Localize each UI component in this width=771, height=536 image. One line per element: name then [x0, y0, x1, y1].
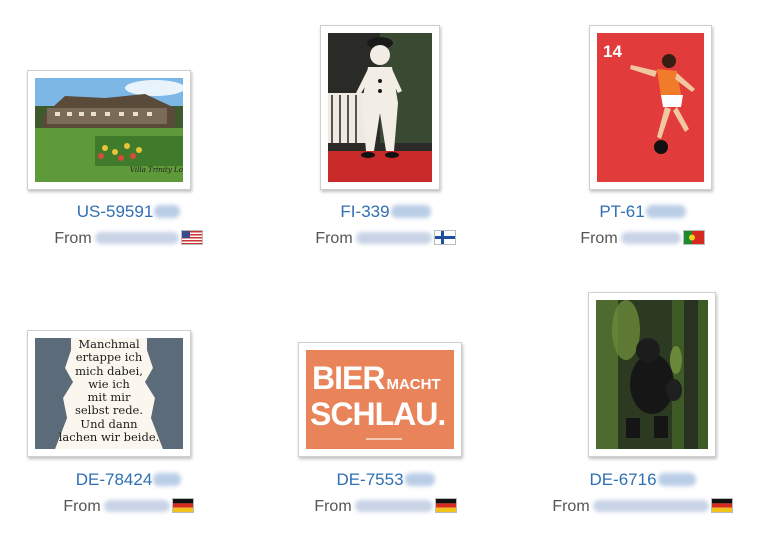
postcard-thumbnail[interactable]: 14: [589, 25, 712, 190]
postcard-id-text[interactable]: DE-7553: [336, 470, 403, 489]
poem-line: wie ich: [88, 376, 130, 391]
fine-print-line: [366, 438, 402, 440]
from-label: From: [315, 230, 353, 247]
postcard-id-link[interactable]: US-59591: [0, 202, 257, 222]
postcard-card-fi: FI-339 From: [257, 0, 514, 268]
postcard-id-text[interactable]: DE-78424: [76, 470, 153, 489]
postcard-id-text[interactable]: DE-6716: [589, 470, 656, 489]
postcard-id-link[interactable]: DE-7553: [257, 470, 514, 490]
postcard-id-text[interactable]: US-59591: [77, 202, 154, 221]
poem-line: mit mir: [87, 390, 131, 405]
from-label: From: [63, 498, 101, 515]
poem-text: Manchmal ertappe ich mich dabei, wie ich…: [35, 338, 183, 444]
poem-line: Manchmal: [78, 338, 140, 351]
postcard-card-de-2: BIER MACHT SCHLAU. DE-7553 From: [257, 268, 514, 536]
poem-line: lachen wir beide.: [58, 430, 160, 445]
redacted-username-blur[interactable]: [354, 500, 433, 512]
fi-flag-icon: [433, 230, 456, 245]
postcard-id-link[interactable]: FI-339: [257, 202, 514, 222]
postcard-image-pierrot: [328, 33, 432, 182]
de-flag-icon: [710, 498, 733, 513]
from-label: From: [552, 498, 590, 515]
us-flag-icon: [180, 230, 203, 245]
redacted-username-blur[interactable]: [592, 500, 709, 512]
postcard-image-lodge: Villa Trinity Lodge: [35, 78, 183, 182]
redacted-id-blur: [657, 473, 696, 486]
macht-text: MACHT: [386, 376, 441, 393]
redacted-id-blur: [645, 205, 686, 218]
postcard-thumbnail[interactable]: Manchmal ertappe ich mich dabei, wie ich…: [27, 330, 191, 457]
poem-line: ertappe ich: [75, 350, 143, 365]
postcard-id-link[interactable]: PT-61: [514, 202, 771, 222]
schlau-text: SCHLAU.: [310, 396, 446, 432]
postcard-thumbnail[interactable]: Villa Trinity Lodge: [27, 70, 191, 190]
sender-line: From: [514, 230, 771, 248]
redacted-username-blur[interactable]: [620, 232, 681, 244]
postcard-image-gorilla: [596, 300, 708, 449]
pt-flag-icon: [682, 230, 705, 245]
postcard-thumbnail[interactable]: BIER MACHT SCHLAU.: [298, 342, 462, 457]
postcard-id-text[interactable]: FI-339: [340, 202, 389, 221]
postcard-image-footballer: 14: [597, 33, 704, 182]
sender-line: From: [514, 498, 771, 516]
from-label: From: [54, 230, 92, 247]
poem-line: mich dabei,: [75, 363, 143, 378]
postcard-thumbnail[interactable]: [320, 25, 440, 190]
redacted-id-blur: [404, 473, 435, 486]
redacted-id-blur: [153, 473, 182, 486]
jersey-number-text: 14: [603, 42, 622, 61]
postcard-card-de-3: DE-6716 From: [514, 268, 771, 536]
from-label: From: [580, 230, 618, 247]
from-label: From: [314, 498, 352, 515]
postcard-id-link[interactable]: DE-78424: [0, 470, 257, 490]
redacted-username-blur[interactable]: [355, 232, 432, 244]
sender-line: From: [257, 230, 514, 248]
sender-line: From: [257, 498, 514, 516]
redacted-id-blur: [390, 205, 431, 218]
postcard-image-silhouette-poem: Manchmal ertappe ich mich dabei, wie ich…: [35, 338, 183, 449]
bier-text: BIER: [312, 360, 385, 396]
postcard-thumbnail[interactable]: [588, 292, 716, 457]
poem-line: selbst rede.: [74, 403, 144, 418]
postcard-caption: Villa Trinity Lodge: [130, 166, 183, 174]
sender-line: From: [0, 498, 257, 516]
postcard-image-bier-macht-schlau: BIER MACHT SCHLAU.: [306, 350, 454, 449]
postcard-card-de-1: Manchmal ertappe ich mich dabei, wie ich…: [0, 268, 257, 536]
postcard-id-text[interactable]: PT-61: [599, 202, 644, 221]
poem-line: Und dann: [80, 416, 138, 431]
de-flag-icon: [171, 498, 194, 513]
postcard-card-pt: 14 PT-61 From: [514, 0, 771, 268]
postcard-id-link[interactable]: DE-6716: [514, 470, 771, 490]
redacted-id-blur: [154, 205, 181, 218]
redacted-username-blur[interactable]: [94, 232, 179, 244]
postcard-card-us: Villa Trinity Lodge US-59591 From: [0, 0, 257, 268]
redacted-username-blur[interactable]: [103, 500, 170, 512]
de-flag-icon: [434, 498, 457, 513]
sender-line: From: [0, 230, 257, 248]
